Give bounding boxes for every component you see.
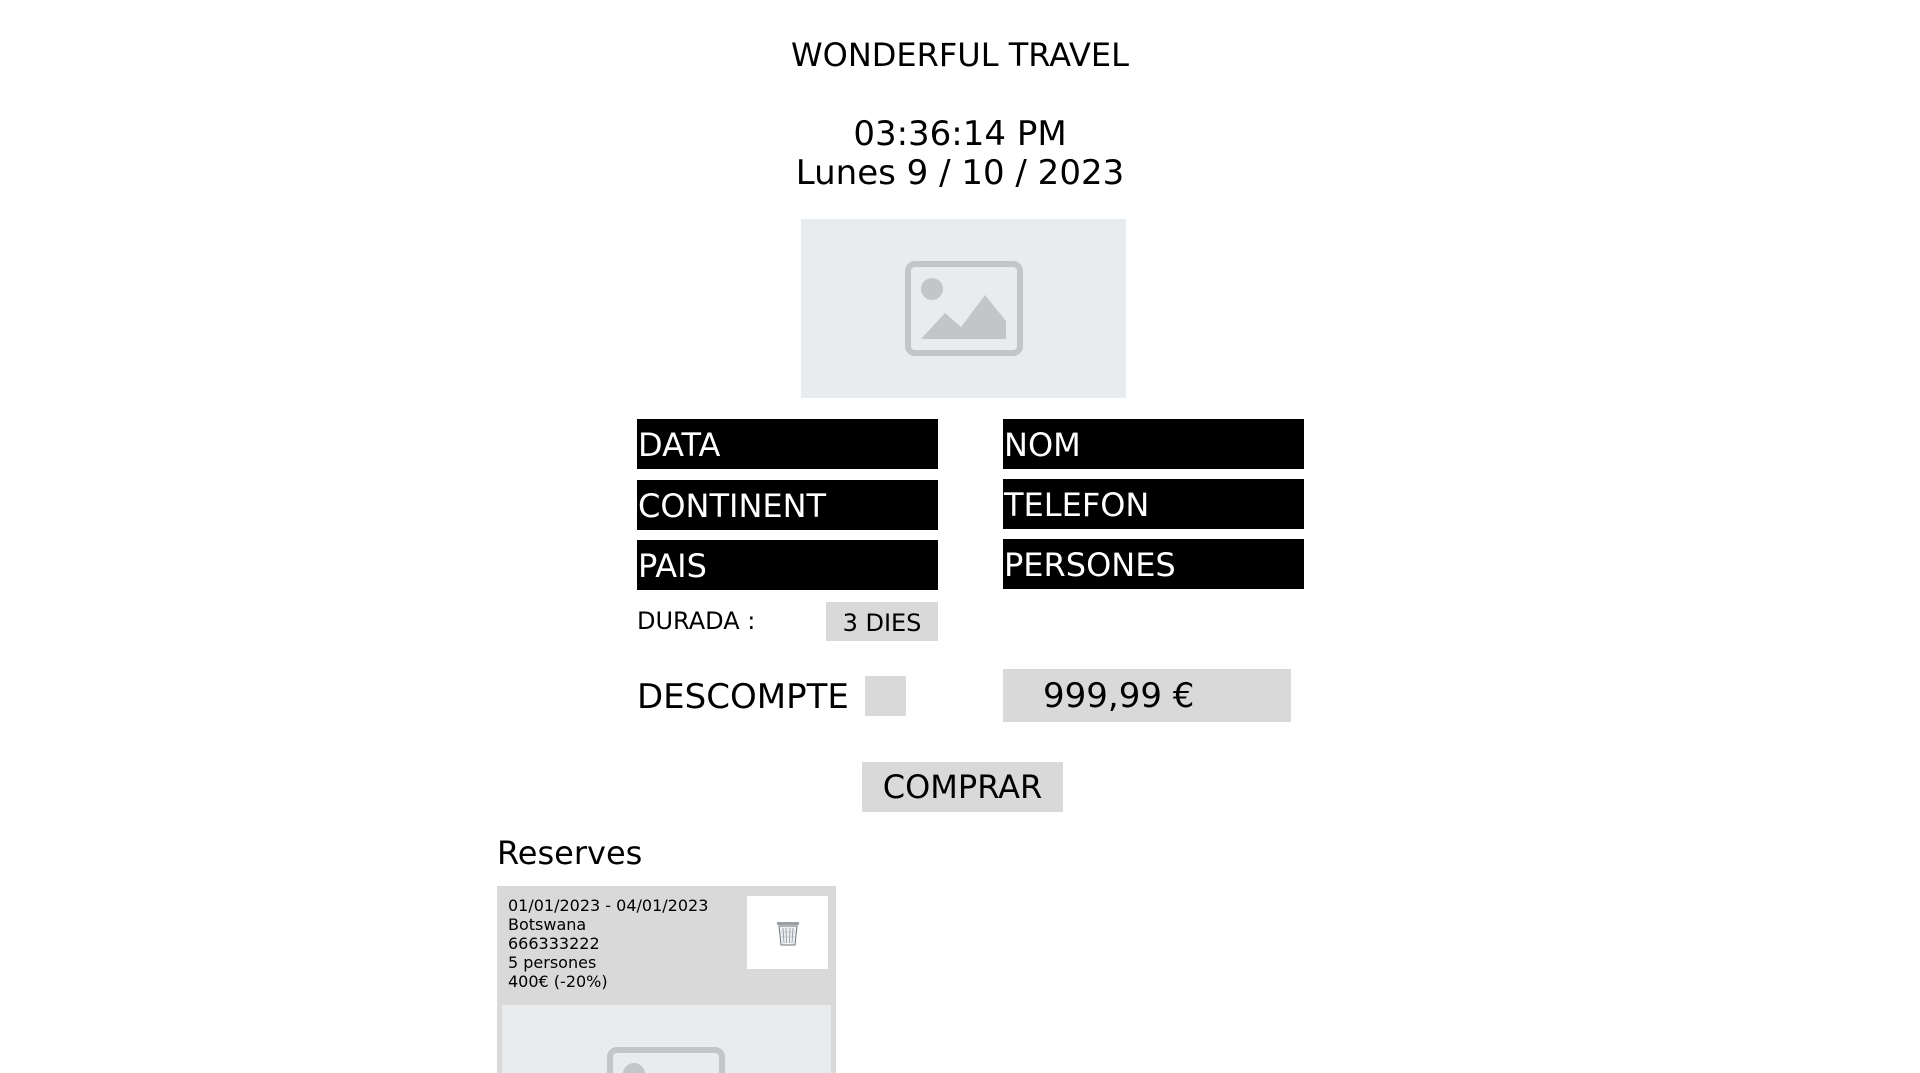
reserve-dates: 01/01/2023 - 04/01/2023 <box>508 896 709 915</box>
price-display: 999,99 € <box>1003 669 1291 722</box>
app-title: WONDERFUL TRAVEL <box>791 36 1129 74</box>
comprar-button[interactable]: COMPRAR <box>862 762 1063 812</box>
durada-label: DURADA : <box>637 607 756 635</box>
delete-reserve-button[interactable] <box>747 896 828 969</box>
image-placeholder-icon <box>904 261 1023 356</box>
pais-field[interactable]: PAIS <box>637 540 938 590</box>
reserve-image <box>502 1005 831 1073</box>
current-date: Lunes 9 / 10 / 2023 <box>795 153 1125 193</box>
reserve-phone: 666333222 <box>508 934 600 953</box>
reserve-card: 01/01/2023 - 04/01/2023 Botswana 6663332… <box>497 886 836 1073</box>
clock-time: 03:36:14 PM <box>853 114 1067 154</box>
descompte-checkbox[interactable] <box>865 676 906 716</box>
image-placeholder-icon <box>607 1047 725 1073</box>
continent-field[interactable]: CONTINENT <box>637 480 938 530</box>
nom-field[interactable]: NOM <box>1003 419 1304 469</box>
destination-image <box>801 219 1126 398</box>
reserve-people: 5 persones <box>508 953 597 972</box>
data-field[interactable]: DATA <box>637 419 938 469</box>
reserves-heading: Reserves <box>497 834 643 872</box>
descompte-label: DESCOMPTE <box>637 677 849 717</box>
persones-field[interactable]: PERSONES <box>1003 539 1304 589</box>
trash-icon <box>776 921 799 945</box>
telefon-field[interactable]: TELEFON <box>1003 479 1304 529</box>
durada-select[interactable]: 3 DIES <box>826 602 938 641</box>
reserve-country: Botswana <box>508 915 587 934</box>
reserve-price: 400€ (-20%) <box>508 972 608 991</box>
